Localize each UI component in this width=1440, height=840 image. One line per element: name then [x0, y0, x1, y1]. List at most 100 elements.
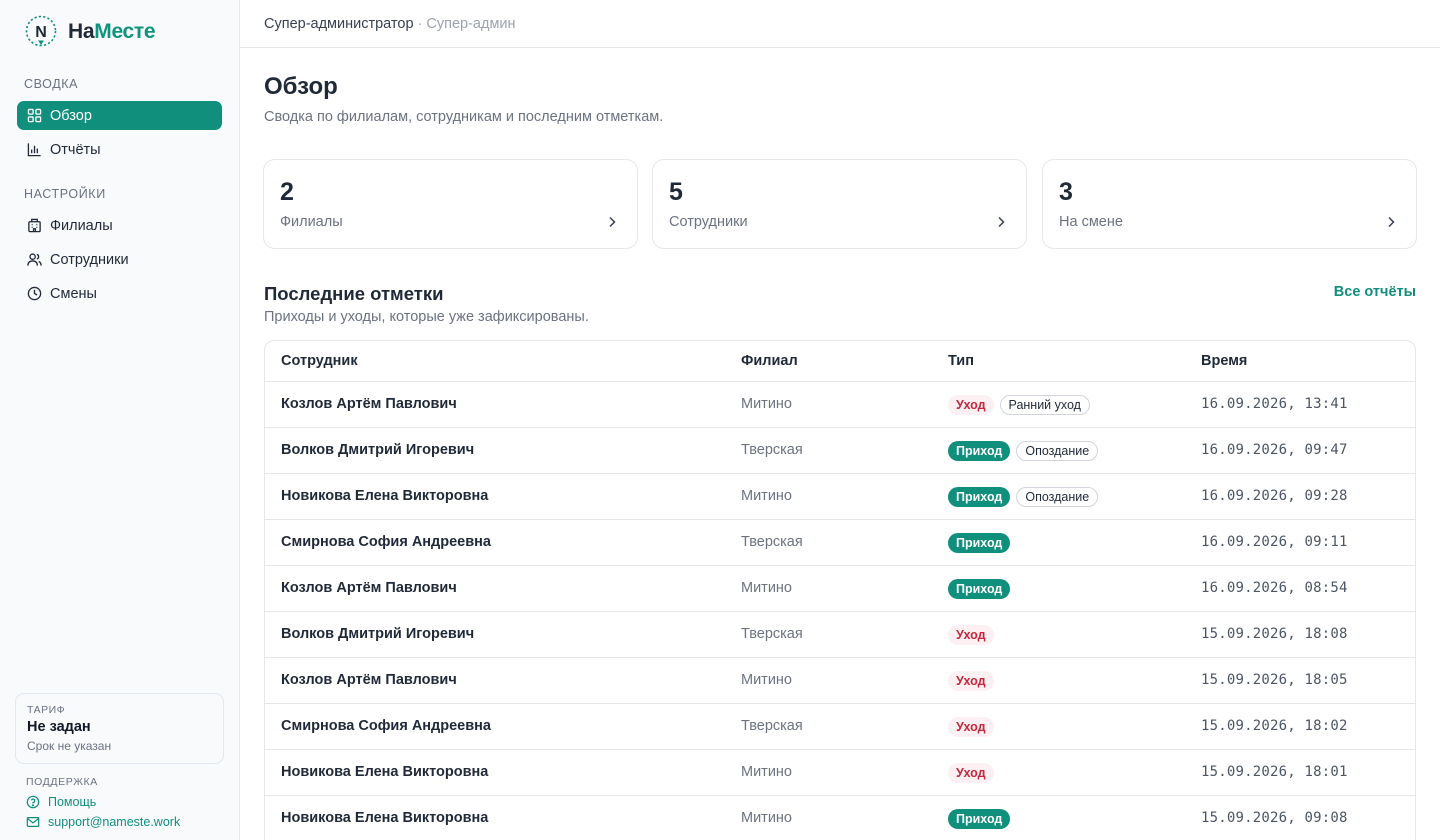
employee-name: Новикова Елена Викторовна: [281, 764, 489, 780]
recent-marks-table: Сотрудник Филиал Тип Время Козлов Артём …: [264, 340, 1416, 840]
mark-type: Уход: [948, 763, 994, 783]
mark-type: Уход: [948, 625, 994, 645]
mark-time: 15.09.2026, 18:08: [1201, 626, 1348, 642]
stat-value: 3: [1059, 178, 1073, 206]
departure-badge: Уход: [948, 671, 994, 691]
column-header-branch[interactable]: Филиал: [741, 353, 798, 369]
stat-card-on-shift[interactable]: 3 На смене: [1042, 159, 1417, 249]
bar-chart-icon: [27, 143, 41, 157]
branch-name: Тверская: [741, 442, 803, 458]
grid-icon: [27, 108, 42, 123]
sidebar-item-label: Филиалы: [50, 217, 113, 234]
chevron-right-icon: [998, 216, 1005, 228]
branch-name: Тверская: [741, 534, 803, 550]
employee-name: Козлов Артём Павлович: [281, 580, 457, 596]
table-row[interactable]: Смирнова София Андреевна Тверская Приход 16…: [265, 520, 1415, 566]
svg-text:N: N: [35, 24, 47, 41]
breadcrumb-user: Супер-админ: [426, 15, 516, 32]
table-row[interactable]: Волков Дмитрий Игоревич Тверская Приход Опо…: [265, 428, 1415, 474]
breadcrumb-role: Супер-администратор: [264, 15, 414, 32]
sidebar-item-label: Сотрудники: [50, 251, 129, 268]
mail-icon: [26, 817, 40, 827]
breadcrumb: Супер-администратор · Супер-админ: [240, 0, 1440, 48]
employee-name: Волков Дмитрий Игоревич: [281, 626, 475, 642]
note-badge: Опоздание: [1016, 441, 1099, 461]
sidebar-item-employees[interactable]: Сотрудники: [17, 245, 222, 274]
mark-time: 16.09.2026, 09:47: [1201, 442, 1348, 458]
column-header-employee[interactable]: Сотрудник: [281, 353, 358, 369]
sidebar-item-overview[interactable]: Обзор: [17, 101, 222, 130]
location-pin-logo-icon: N: [24, 15, 58, 49]
arrival-badge: Приход: [948, 533, 1011, 553]
branch-name: Митино: [741, 396, 792, 412]
all-reports-link[interactable]: Все отчёты: [1334, 284, 1416, 300]
branch-name: Тверская: [741, 718, 803, 734]
table-row[interactable]: Волков Дмитрий Игоревич Тверская Уход 15.09…: [265, 612, 1415, 658]
help-link-label: Помощь: [48, 795, 97, 809]
recent-marks-title: Последние отметки: [264, 283, 444, 304]
mark-type: Приход: [948, 579, 1011, 599]
chevron-right-icon: [609, 216, 616, 228]
table-row[interactable]: Новикова Елена Викторовна Митино Приход Опо…: [265, 474, 1415, 520]
stat-label: Сотрудники: [669, 214, 748, 230]
stat-card-branches[interactable]: 2 Филиалы: [263, 159, 638, 249]
departure-badge: Уход: [948, 625, 994, 645]
support-email-link[interactable]: support@nameste.work: [26, 815, 180, 829]
column-header-type[interactable]: Тип: [948, 353, 974, 369]
sidebar-item-reports[interactable]: Отчёты: [17, 135, 222, 164]
mark-type: Приход: [948, 533, 1011, 553]
employee-name: Новикова Елена Викторовна: [281, 810, 489, 826]
mark-type: Уход: [948, 671, 994, 691]
table-row[interactable]: Новикова Елена Викторовна Митино Уход 15.09…: [265, 750, 1415, 796]
page-subtitle: Сводка по филиалам, сотрудникам и послед…: [264, 109, 664, 125]
arrival-badge: Приход: [948, 579, 1011, 599]
stat-label: На смене: [1059, 214, 1123, 230]
arrival-badge: Приход: [948, 809, 1011, 829]
table-row[interactable]: Смирнова София Андреевна Тверская Уход 15.0…: [265, 704, 1415, 750]
note-badge: Опоздание: [1016, 487, 1099, 507]
sidebar-item-branches[interactable]: Филиалы: [17, 211, 222, 240]
employee-name: Козлов Артём Павлович: [281, 672, 457, 688]
mark-time: 15.09.2026, 18:05: [1201, 672, 1348, 688]
table-row[interactable]: Козлов Артём Павлович Митино Уход 15.09.202…: [265, 658, 1415, 704]
users-icon: [27, 253, 42, 266]
stat-value: 5: [669, 178, 683, 206]
table-row[interactable]: Новикова Елена Викторовна Митино Приход 15.…: [265, 796, 1415, 840]
mark-type: Приход Опоздание: [948, 487, 1099, 507]
branch-name: Тверская: [741, 626, 803, 642]
employee-name: Волков Дмитрий Игоревич: [281, 442, 475, 458]
table-header: Сотрудник Филиал Тип Время: [265, 341, 1415, 382]
branch-name: Митино: [741, 580, 792, 596]
mark-time: 15.09.2026, 18:02: [1201, 718, 1348, 734]
column-header-time[interactable]: Время: [1201, 353, 1247, 369]
logo[interactable]: N НаМесте: [24, 15, 156, 49]
support-label: ПОДДЕРЖКА: [26, 776, 98, 788]
branch-name: Митино: [741, 672, 792, 688]
help-link[interactable]: Помощь: [26, 795, 96, 809]
departure-badge: Уход: [948, 395, 994, 415]
building-icon: [28, 218, 41, 233]
tariff-card: ТАРИФ Не задан Срок не указан: [15, 693, 224, 764]
table-row[interactable]: Козлов Артём Павлович Митино Уход Ранний ух…: [265, 382, 1415, 428]
tariff-label: ТАРИФ: [27, 704, 66, 716]
arrival-badge: Приход: [948, 487, 1011, 507]
sidebar-item-shifts[interactable]: Смены: [17, 279, 222, 308]
sidebar-item-label: Смены: [50, 285, 97, 302]
chevron-right-icon: [1388, 216, 1395, 228]
mark-time: 16.09.2026, 09:11: [1201, 534, 1348, 550]
table-row[interactable]: Козлов Артём Павлович Митино Приход 16.09.2…: [265, 566, 1415, 612]
nav-section-settings: НАСТРОЙКИ: [24, 187, 106, 201]
mark-type: Уход: [948, 717, 994, 737]
mark-type: Уход Ранний уход: [948, 395, 1090, 415]
arrival-badge: Приход: [948, 441, 1011, 461]
departure-badge: Уход: [948, 717, 994, 737]
brand-name: НаМесте: [68, 20, 156, 43]
mark-time: 15.09.2026, 09:08: [1201, 810, 1348, 826]
branch-name: Митино: [741, 488, 792, 504]
stat-card-employees[interactable]: 5 Сотрудники: [652, 159, 1027, 249]
help-circle-icon: [26, 795, 40, 809]
recent-marks-subtitle: Приходы и уходы, которые уже зафиксирова…: [264, 309, 589, 325]
mark-type: Приход Опоздание: [948, 441, 1099, 461]
mark-time: 15.09.2026, 18:01: [1201, 764, 1348, 780]
page-title: Обзор: [264, 73, 338, 100]
